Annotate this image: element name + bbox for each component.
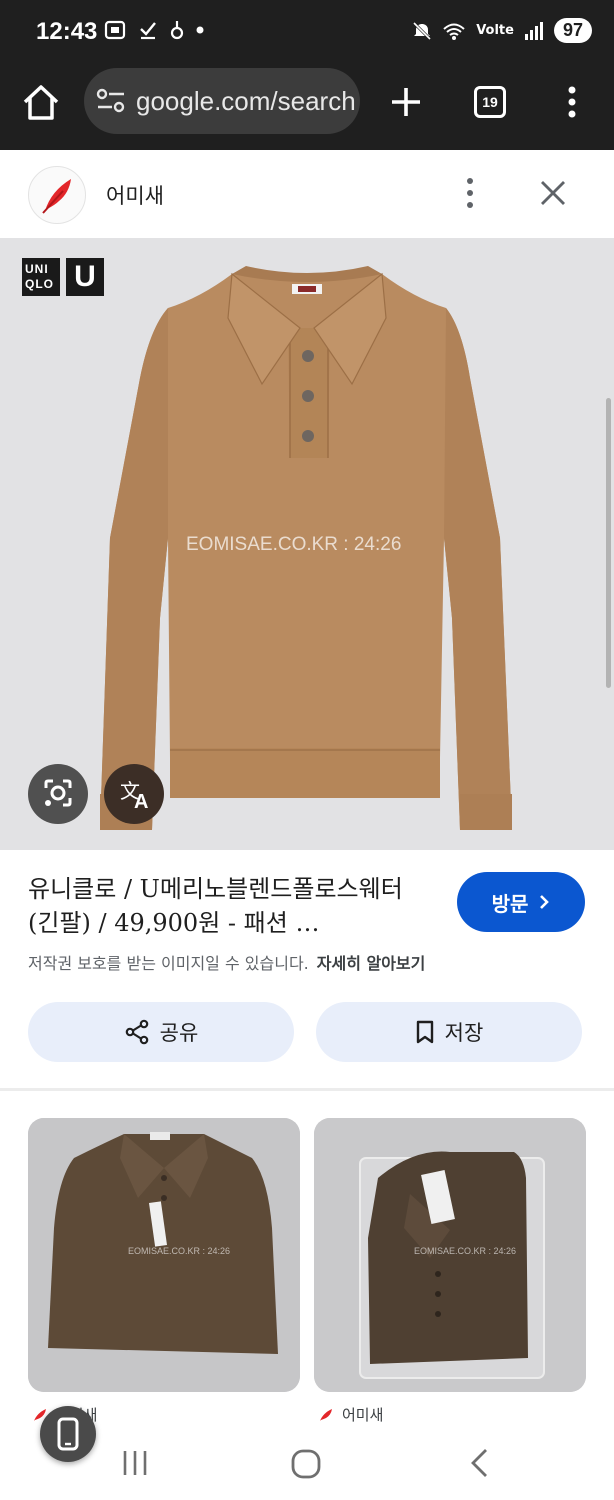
- screenshot-icon: [104, 20, 126, 40]
- dot-icon: [196, 26, 204, 34]
- mute-icon: [413, 21, 432, 40]
- copyright-notice: 저작권 보호를 받는 이미지일 수 있습니다. 자세히 알아보기: [28, 950, 425, 974]
- related-sweater-photo: EOMISAE.CO.KR : 24:26: [28, 1118, 300, 1392]
- feather-logo-icon: [42, 179, 71, 214]
- related-source[interactable]: 어미새: [318, 1404, 383, 1425]
- site-favicon[interactable]: [28, 166, 86, 224]
- check-download-icon: [140, 22, 156, 40]
- system-home-icon[interactable]: [290, 1448, 322, 1480]
- translate-icon: 文A: [120, 779, 148, 813]
- learn-more-link[interactable]: 자세히 알아보기: [317, 954, 426, 973]
- main-product-image[interactable]: UNI QLO U EOMISAE.CO.KR : 24:26 文 A: [0, 238, 614, 850]
- back-icon[interactable]: [468, 1448, 490, 1478]
- share-button[interactable]: 공유: [28, 1002, 294, 1062]
- save-button[interactable]: 저장: [316, 1002, 582, 1062]
- browser-menu-icon[interactable]: [560, 84, 584, 120]
- url-text: google.com/search: [136, 86, 356, 116]
- signal-icon: [524, 21, 543, 40]
- svg-text:EOMISAE.CO.KR : 24:26: EOMISAE.CO.KR : 24:26: [414, 1246, 516, 1256]
- wifi-icon: [443, 23, 465, 40]
- site-name[interactable]: 어미새: [106, 180, 164, 210]
- result-info: 유니클로 / U메리노블렌드폴로스웨터 (긴팔) / 49,900원 - 패션 …: [0, 850, 614, 1090]
- app-notification-icon: [170, 21, 184, 40]
- share-label: 공유: [159, 1021, 199, 1045]
- svg-text:A: A: [134, 791, 148, 813]
- lens-icon: [44, 779, 72, 807]
- svg-text:EOMISAE.CO.KR : 24:26: EOMISAE.CO.KR : 24:26: [128, 1246, 230, 1256]
- related-image-card[interactable]: EOMISAE.CO.KR : 24:26: [314, 1118, 586, 1392]
- site-settings-icon[interactable]: [96, 88, 126, 114]
- close-icon[interactable]: [538, 178, 568, 208]
- status-time: 12:43: [36, 18, 98, 45]
- related-image-card[interactable]: EOMISAE.CO.KR : 24:26: [28, 1118, 300, 1392]
- tab-switcher-button[interactable]: 19: [474, 86, 506, 118]
- visit-button[interactable]: 방문: [457, 872, 585, 932]
- network-label: Volte: [476, 23, 514, 38]
- visit-label: 방문: [491, 891, 529, 916]
- save-label: 저장: [444, 1021, 484, 1045]
- chevron-right-icon: [540, 895, 550, 909]
- result-title[interactable]: 유니클로 / U메리노블렌드폴로스웨터 (긴팔) / 49,900원 - 패션 …: [28, 872, 438, 940]
- image-watermark: EOMISAE.CO.KR : 24:26: [186, 534, 402, 555]
- translate-button[interactable]: 文A: [104, 764, 164, 824]
- system-navigation-bar: [0, 1440, 614, 1500]
- status-system-icons: Volte 97: [412, 18, 592, 43]
- status-notification-icons: [104, 20, 204, 40]
- copyright-text: 저작권 보호를 받는 이미지일 수 있습니다.: [28, 954, 309, 973]
- scrollbar-thumb[interactable]: [606, 398, 611, 688]
- new-tab-icon[interactable]: [388, 84, 424, 120]
- recent-apps-icon[interactable]: [120, 1448, 150, 1478]
- browser-toolbar: google.com/search 19: [0, 64, 614, 150]
- home-icon[interactable]: [20, 82, 62, 124]
- section-divider: [0, 1088, 614, 1091]
- share-icon: [125, 1019, 148, 1045]
- address-bar[interactable]: google.com/search: [84, 68, 360, 134]
- status-bar: 12:43 Volte 97: [0, 0, 614, 64]
- bookmark-icon: [416, 1020, 433, 1044]
- image-viewer-header: 어미새: [0, 150, 614, 238]
- related-folded-sweater-photo: EOMISAE.CO.KR : 24:26: [314, 1118, 586, 1392]
- lens-search-button[interactable]: [28, 764, 88, 824]
- feather-logo-icon: [320, 1408, 332, 1421]
- battery-indicator: 97: [553, 18, 592, 43]
- related-source-name: 어미새: [342, 1406, 384, 1424]
- more-options-icon[interactable]: [458, 176, 482, 210]
